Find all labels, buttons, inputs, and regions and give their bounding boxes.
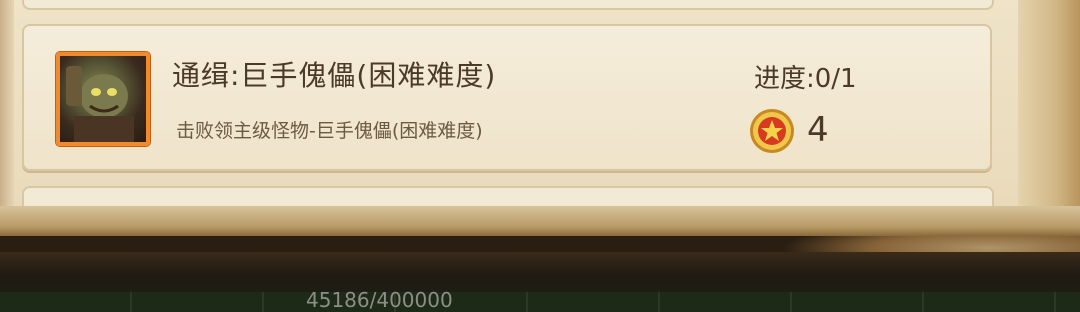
board-frame-right	[1018, 0, 1080, 236]
task-card-previous[interactable]	[22, 0, 994, 10]
star-medal-icon	[749, 108, 795, 154]
task-progress: 进度:0/1	[754, 64, 857, 94]
hp-counter: 45186/400000	[306, 288, 453, 312]
reward-amount: 4	[807, 110, 829, 150]
hud-slots	[0, 292, 1080, 312]
task-card[interactable]: 通缉:巨手傀儡(困难难度) 击败领主级怪物-巨手傀儡(困难难度) 进度:0/1 …	[22, 24, 992, 171]
board-bottom-edge	[0, 206, 1080, 236]
golem-boss-portrait-icon	[56, 52, 150, 146]
task-description: 击败领主级怪物-巨手傀儡(困难难度)	[176, 120, 483, 142]
task-title: 通缉:巨手傀儡(困难难度)	[172, 59, 497, 92]
board-frame-left	[0, 0, 14, 220]
